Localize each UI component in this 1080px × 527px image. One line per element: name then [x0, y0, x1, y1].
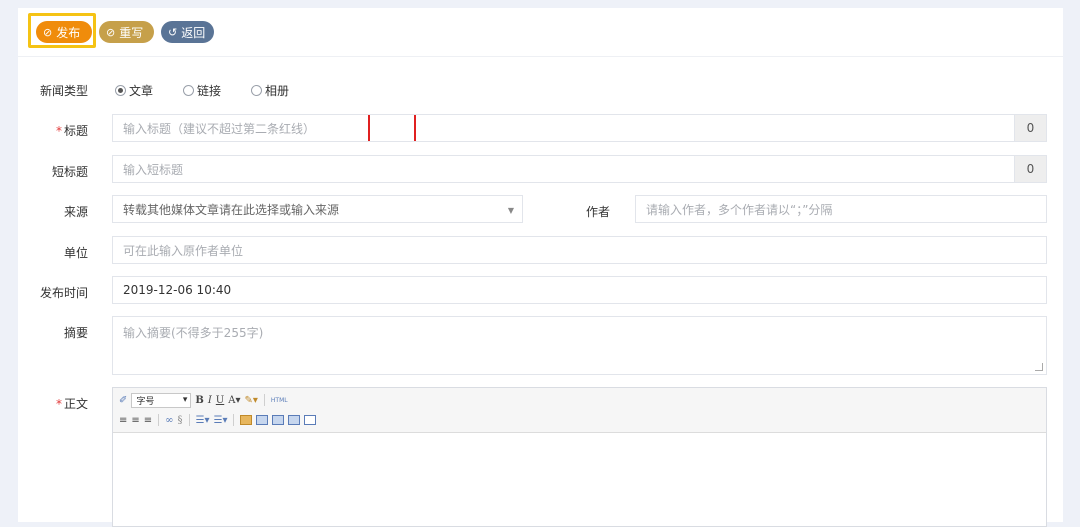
link-icon[interactable]: ∞	[165, 413, 173, 427]
dropdown-arrow-icon: ▾	[182, 395, 188, 405]
toolbar-divider	[263, 394, 265, 406]
rich-text-editor: ✐ 字号 ▾ B I U A▾ ✎▾ HTML ≡ ≡ ≡ ∞ § ☰▾ ☰▾	[112, 387, 1047, 527]
rewrite-button[interactable]: ⊘ 重写	[99, 21, 154, 43]
insert-image-icon[interactable]	[240, 415, 253, 425]
toolbar-divider	[158, 414, 160, 426]
radio-article[interactable]: 文章	[115, 82, 183, 99]
bold-icon[interactable]: B	[195, 393, 203, 407]
body-label: * 正文	[18, 395, 88, 412]
align-right-icon[interactable]: ≡	[144, 413, 152, 427]
unit-input[interactable]: 可在此输入原作者单位	[112, 236, 1047, 264]
ban-icon: ⊘	[106, 25, 116, 39]
image-right-icon[interactable]	[288, 415, 301, 425]
action-toolbar: ⊘ 发布 ⊘ 重写 ↺ 返回	[18, 8, 1063, 57]
underline-icon[interactable]: U	[216, 393, 224, 407]
align-left-icon[interactable]: ≡	[119, 413, 127, 427]
publish-time-label: 发布时间	[39, 286, 88, 300]
unit-placeholder: 可在此输入原作者单位	[123, 243, 244, 258]
publish-button[interactable]: ⊘ 发布	[36, 21, 92, 43]
radio-unchecked-icon	[251, 85, 262, 96]
body-label-text: 正文	[63, 397, 88, 411]
publish-label: 发布	[56, 25, 81, 40]
title-label-text: 标题	[63, 124, 88, 138]
source-placeholder: 转载其他媒体文章请在此选择或输入来源	[123, 202, 340, 217]
font-size-select[interactable]: 字号 ▾	[131, 392, 192, 408]
summary-label: 摘要	[63, 326, 88, 340]
news-type-radio-group: 文章 链接 相册	[115, 82, 289, 99]
short-title-label: 短标题	[51, 165, 88, 179]
italic-icon[interactable]: I	[208, 393, 212, 407]
short-title-char-counter: 0	[1015, 155, 1047, 183]
resize-handle-icon[interactable]	[1035, 363, 1043, 371]
red-guide-line-2	[414, 115, 416, 141]
unordered-list-icon[interactable]: ☰▾	[214, 413, 228, 427]
title-label: * 标题	[18, 122, 88, 139]
source-select[interactable]: 转载其他媒体文章请在此选择或输入来源 ▼	[112, 195, 523, 223]
radio-unchecked-icon	[183, 85, 194, 96]
font-size-select-label: 字号	[136, 396, 155, 407]
publish-time-value: 2019-12-06 10:40	[123, 283, 232, 297]
publish-time-input[interactable]: 2019-12-06 10:40	[112, 276, 1047, 304]
radio-checked-icon	[115, 85, 126, 96]
summary-placeholder: 输入摘要(不得多于255字)	[123, 326, 264, 340]
radio-album[interactable]: 相册	[251, 82, 289, 99]
back-button[interactable]: ↺ 返回	[161, 21, 214, 43]
font-color-icon[interactable]: A▾	[228, 393, 240, 407]
back-label: 返回	[181, 25, 206, 40]
required-mark: *	[55, 124, 62, 138]
radio-link[interactable]: 链接	[183, 82, 251, 99]
image-none-icon[interactable]	[304, 415, 317, 425]
title-char-counter: 0	[1015, 114, 1047, 142]
news-type-label: 新闻类型	[39, 84, 88, 98]
author-placeholder: 请输入作者，多个作者请以“；”分隔	[646, 202, 833, 217]
form-panel: ⊘ 发布 ⊘ 重写 ↺ 返回 新闻类型 文章 链接 相册 * 标题 输入标题（建议…	[18, 8, 1063, 527]
radio-link-label: 链接	[197, 84, 222, 98]
author-label: 作者	[585, 205, 610, 219]
toolbar-divider	[188, 414, 190, 426]
summary-textarea[interactable]: 输入摘要(不得多于255字)	[112, 316, 1047, 375]
editor-toolbar: ✐ 字号 ▾ B I U A▾ ✎▾ HTML ≡ ≡ ≡ ∞ § ☰▾ ☰▾	[113, 388, 1046, 433]
image-center-icon[interactable]	[272, 415, 285, 425]
title-placeholder: 输入标题（建议不超过第二条红线）	[123, 121, 316, 136]
toolbar-divider	[233, 414, 235, 426]
image-left-icon[interactable]	[256, 415, 269, 425]
html-source-icon[interactable]: HTML	[271, 393, 288, 407]
radio-album-label: 相册	[265, 84, 290, 98]
undo-icon: ↺	[168, 25, 178, 39]
source-label: 来源	[63, 205, 88, 219]
short-title-input[interactable]: 输入短标题	[112, 155, 1015, 183]
caret-down-icon: ▼	[507, 206, 514, 215]
ordered-list-icon[interactable]: ☰▾	[196, 413, 210, 427]
eraser-icon[interactable]: ✐	[119, 393, 127, 407]
editor-toolbar-row-2: ≡ ≡ ≡ ∞ § ☰▾ ☰▾	[119, 412, 317, 428]
editor-toolbar-row-1: ✐ 字号 ▾ B I U A▾ ✎▾ HTML	[119, 392, 288, 408]
align-center-icon[interactable]: ≡	[131, 413, 139, 427]
unlink-icon[interactable]: §	[178, 413, 183, 427]
required-mark: *	[55, 397, 62, 411]
unit-label: 单位	[63, 246, 88, 260]
title-input[interactable]: 输入标题（建议不超过第二条红线）	[112, 114, 1015, 142]
editor-content-area[interactable]	[113, 434, 1046, 526]
author-input[interactable]: 请输入作者，多个作者请以“；”分隔	[635, 195, 1047, 223]
highlight-color-icon[interactable]: ✎▾	[244, 393, 257, 407]
red-guide-line-1	[368, 115, 370, 141]
radio-article-label: 文章	[129, 84, 154, 98]
check-circle-icon: ⊘	[43, 25, 53, 39]
rewrite-label: 重写	[119, 25, 144, 40]
short-title-placeholder: 输入短标题	[123, 162, 184, 177]
